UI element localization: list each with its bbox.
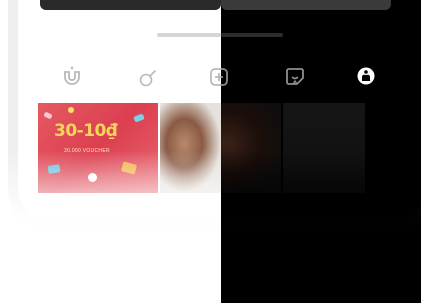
pin-icon[interactable]	[138, 68, 158, 88]
add-photo-icon[interactable]	[209, 67, 221, 87]
home-indicator	[157, 33, 221, 37]
info-icon[interactable]	[356, 66, 376, 86]
sale-headline: 30-10₫	[54, 121, 118, 141]
confetti-shape	[133, 113, 145, 123]
fade-overlay	[0, 150, 221, 303]
brush-icon[interactable]	[62, 66, 82, 86]
confetti-shape	[68, 107, 74, 113]
home-indicator	[221, 33, 283, 37]
confetti-shape	[43, 111, 53, 120]
sticker-icon[interactable]	[285, 66, 305, 86]
fade-overlay	[221, 150, 421, 303]
phone-light-preview: 30-10₫ 30.000 VOUCHER	[0, 0, 221, 303]
add-photo-icon[interactable]	[221, 67, 229, 87]
phone-dark-preview	[221, 0, 421, 303]
